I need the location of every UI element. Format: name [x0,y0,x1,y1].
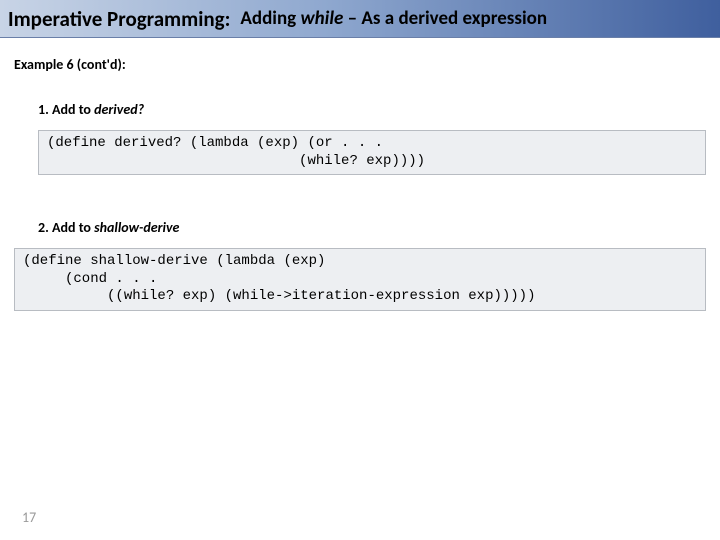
title-sub-suffix: – As a derived expression [343,7,547,30]
code-block-2-wrap: (define shallow-derive (lambda (exp) (co… [14,248,706,311]
title-bar: Imperative Programming: Adding while – A… [0,0,720,38]
code-block-1-wrap: (define derived? (lambda (exp) (or . . .… [38,130,706,175]
code-block-1: (define derived? (lambda (exp) (or . . .… [38,130,706,175]
slide-body: Example 6 (cont'd): 1. Add to derived? (… [0,38,720,311]
step-2-target: shallow-derive [94,219,179,236]
title-topic: Imperative Programming: [8,6,230,32]
slide: Imperative Programming: Adding while – A… [0,0,720,540]
title-sub-prefix: Adding [240,7,300,30]
code-block-2: (define shallow-derive (lambda (exp) (co… [14,248,706,311]
page-number: 17 [22,509,36,526]
title-sub-italic: while [300,7,343,30]
step-2: 2. Add to shallow-derive [38,219,706,236]
step-2-num: 2. [38,219,49,236]
example-label: Example 6 (cont'd): [14,56,706,73]
step-1-num: 1. [38,101,49,118]
step-1: 1. Add to derived? [38,101,706,118]
step-1-target: derived? [94,101,144,118]
title-subtitle: Adding while – As a derived expression [240,7,547,30]
step-1-verb: Add to [52,101,94,118]
step-2-verb: Add to [52,219,94,236]
